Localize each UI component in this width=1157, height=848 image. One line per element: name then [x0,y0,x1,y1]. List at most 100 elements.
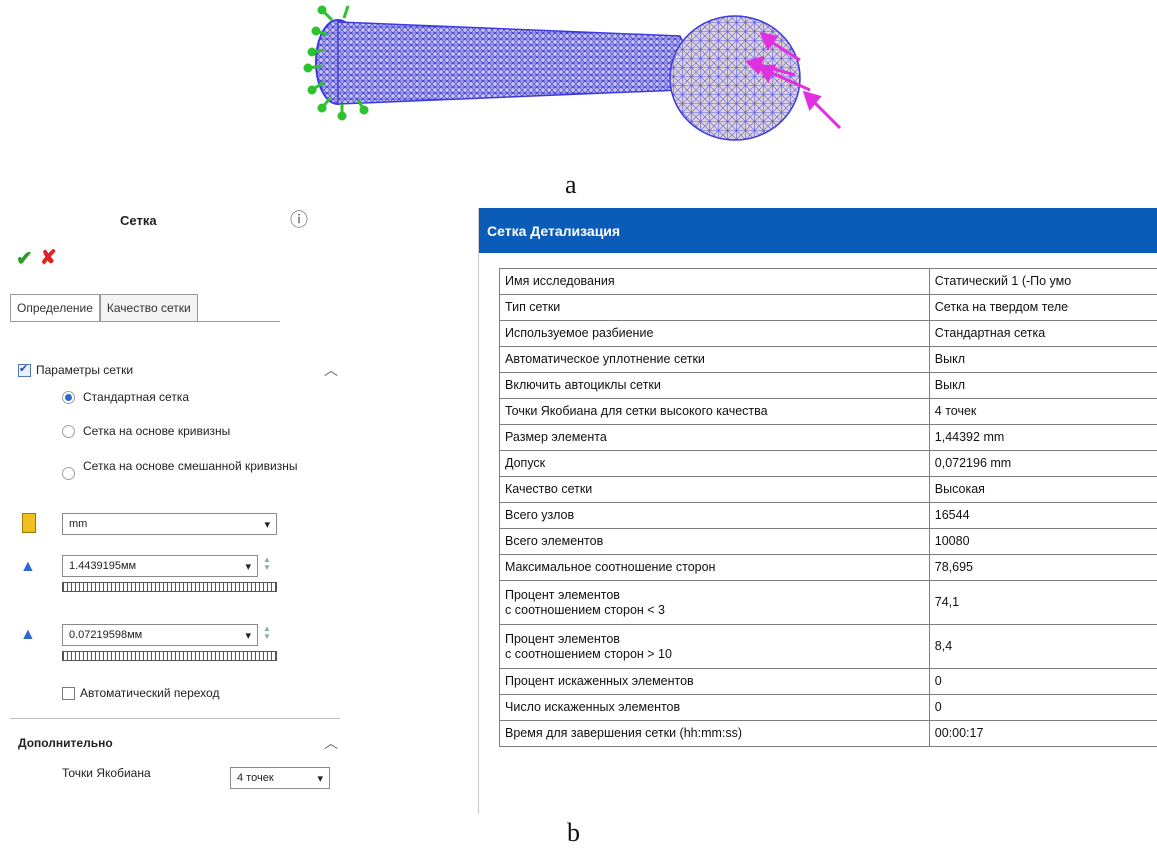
radio-icon[interactable] [62,425,75,438]
tolerance-spinner[interactable]: ▲▼ [263,625,271,641]
property-value: 8,4 [929,625,1157,669]
mesh-params-header[interactable]: Параметры сетки ︿ [18,360,338,380]
radio-curvature-mesh[interactable]: Сетка на основе кривизны [62,424,230,438]
radio-blended-curvature-mesh[interactable]: Сетка на основе смешанной кривизны [62,458,332,480]
property-value: 78,695 [929,555,1157,581]
property-name: Время для завершения сетки (hh:mm:ss) [505,726,924,741]
property-value: Выкл [929,347,1157,373]
property-value: 0 [929,669,1157,695]
details-title-bar: Сетка Детализация [479,208,1157,253]
property-name: Максимальное соотношение сторон [505,560,924,575]
property-name-cell: Точки Якобиана для сетки высокого качест… [500,399,930,425]
property-name-cell: Допуск [500,451,930,477]
cancel-button[interactable]: ✘ [40,245,57,270]
property-name: Точки Якобиана для сетки высокого качест… [505,404,924,419]
table-row: Тип сетки Сетка на твердом теле [500,295,1157,321]
table-row: Автоматическое уплотнение сетки Выкл [500,347,1157,373]
element-size-spinner[interactable]: ▲▼ [263,556,271,572]
property-value: 0,072196 mm [929,451,1157,477]
radio-standard-mesh[interactable]: Стандартная сетка [62,390,189,404]
mesh-property-panel: Сетка ⓘ ✔ ✘ Определение Качество сетки П… [0,190,345,830]
property-value: Высокая [929,477,1157,503]
table-row: Качество сетки Высокая [500,477,1157,503]
radio-icon[interactable] [62,467,75,480]
radio-label: Стандартная сетка [83,390,189,404]
table-row: Включить автоциклы сеткиВыкл [500,373,1157,399]
property-value: 0 [929,695,1157,721]
property-name: Всего элементов [505,534,924,549]
property-name: Используемое разбиение [505,326,924,341]
details-title: Сетка Детализация [487,223,620,239]
table-row: Допуск 0,072196 mm [500,451,1157,477]
property-name: Процент элементов [505,632,924,647]
auto-transition-checkbox[interactable] [62,687,75,700]
property-value: 1,44392 mm [929,425,1157,451]
radio-icon[interactable] [62,391,75,404]
table-row: Процент искаженных элементов 0 [500,669,1157,695]
table-row: Время для завершения сетки (hh:mm:ss) 00:… [500,721,1157,747]
property-value: Выкл [929,373,1157,399]
tab-bar: Определение Качество сетки [10,294,280,322]
element-size-icon: ▲ [20,558,36,576]
table-row: Процент элементовс соотношением сторон <… [500,581,1157,625]
unit-select[interactable]: mm▾ [62,513,277,535]
meshed-part-view [300,0,860,165]
auto-transition-option[interactable]: Автоматический переход [62,686,219,700]
property-value: 00:00:17 [929,721,1157,747]
jacobian-label: Точки Якобиана [62,766,151,780]
jacobian-select[interactable]: 4 точек▾ [230,767,330,789]
property-name-cell: Всего элементов [500,529,930,555]
property-name: Процент искаженных элементов [505,674,924,689]
element-size-input[interactable]: 1.4439195мм ▾ [62,555,258,577]
property-name: Размер элемента [505,430,924,445]
property-value: 16544 [929,503,1157,529]
table-row: Размер элемента 1,44392 mm [500,425,1157,451]
chevron-down-icon: ▾ [245,560,251,573]
property-name: Автоматическое уплотнение сетки [505,352,924,367]
chevron-down-icon: ▾ [245,629,251,642]
property-name-cell: Всего узлов [500,503,930,529]
property-name-cell: Время для завершения сетки (hh:mm:ss) [500,721,930,747]
table-row: Всего элементов10080 [500,529,1157,555]
tolerance-input[interactable]: 0.07219598мм▾ [62,624,258,646]
property-value: 74,1 [929,581,1157,625]
property-name: Тип сетки [505,300,924,315]
property-name-cell: Процент элементовс соотношением сторон >… [500,625,930,669]
element-size-slider[interactable] [62,582,277,592]
table-row: Используемое разбиение Стандартная сетка [500,321,1157,347]
property-value: 4 точек [929,399,1157,425]
property-name-cell: Используемое разбиение [500,321,930,347]
auto-transition-label: Автоматический переход [80,686,219,700]
ok-button[interactable]: ✔ [16,246,33,271]
tolerance-slider[interactable] [62,651,277,661]
table-row: Процент элементовс соотношением сторон >… [500,625,1157,669]
element-size-value: 1.4439195мм [69,560,136,572]
tab-definition[interactable]: Определение [10,294,100,321]
table-row: Число искаженных элементов0 [500,695,1157,721]
help-icon[interactable]: ⓘ [290,206,308,232]
chevron-down-icon: ▾ [317,772,323,785]
divider [10,718,340,719]
property-name: Процент элементов [505,588,924,603]
property-value: Сетка на твердом теле [929,295,1157,321]
property-value: Стандартная сетка [929,321,1157,347]
collapse-icon[interactable]: ︿ [324,360,338,380]
table-row: Имя исследованияСтатический 1 (-По умо [500,269,1157,295]
mesh-params-checkbox[interactable] [18,364,31,377]
chevron-down-icon: ▾ [264,518,270,531]
mesh-details-window: Сетка Детализация Имя исследованияСтатич… [478,208,1157,814]
table-row: Максимальное соотношение сторон 78,695 [500,555,1157,581]
radio-label: Сетка на основе смешанной кривизны [83,458,313,474]
additional-header[interactable]: Дополнительно ︿ [18,733,338,753]
property-name-cell: Качество сетки [500,477,930,503]
collapse-icon[interactable]: ︿ [324,733,338,753]
tab-mesh-quality[interactable]: Качество сетки [100,294,198,321]
property-name: Допуск [505,456,924,471]
unit-icon [22,513,36,533]
additional-title: Дополнительно [18,736,113,750]
table-row: Точки Якобиана для сетки высокого качест… [500,399,1157,425]
property-name-line2: с соотношением сторон > 10 [505,647,924,662]
property-name: Качество сетки [505,482,924,497]
property-name-cell: Число искаженных элементов [500,695,930,721]
property-name-cell: Процент искаженных элементов [500,669,930,695]
